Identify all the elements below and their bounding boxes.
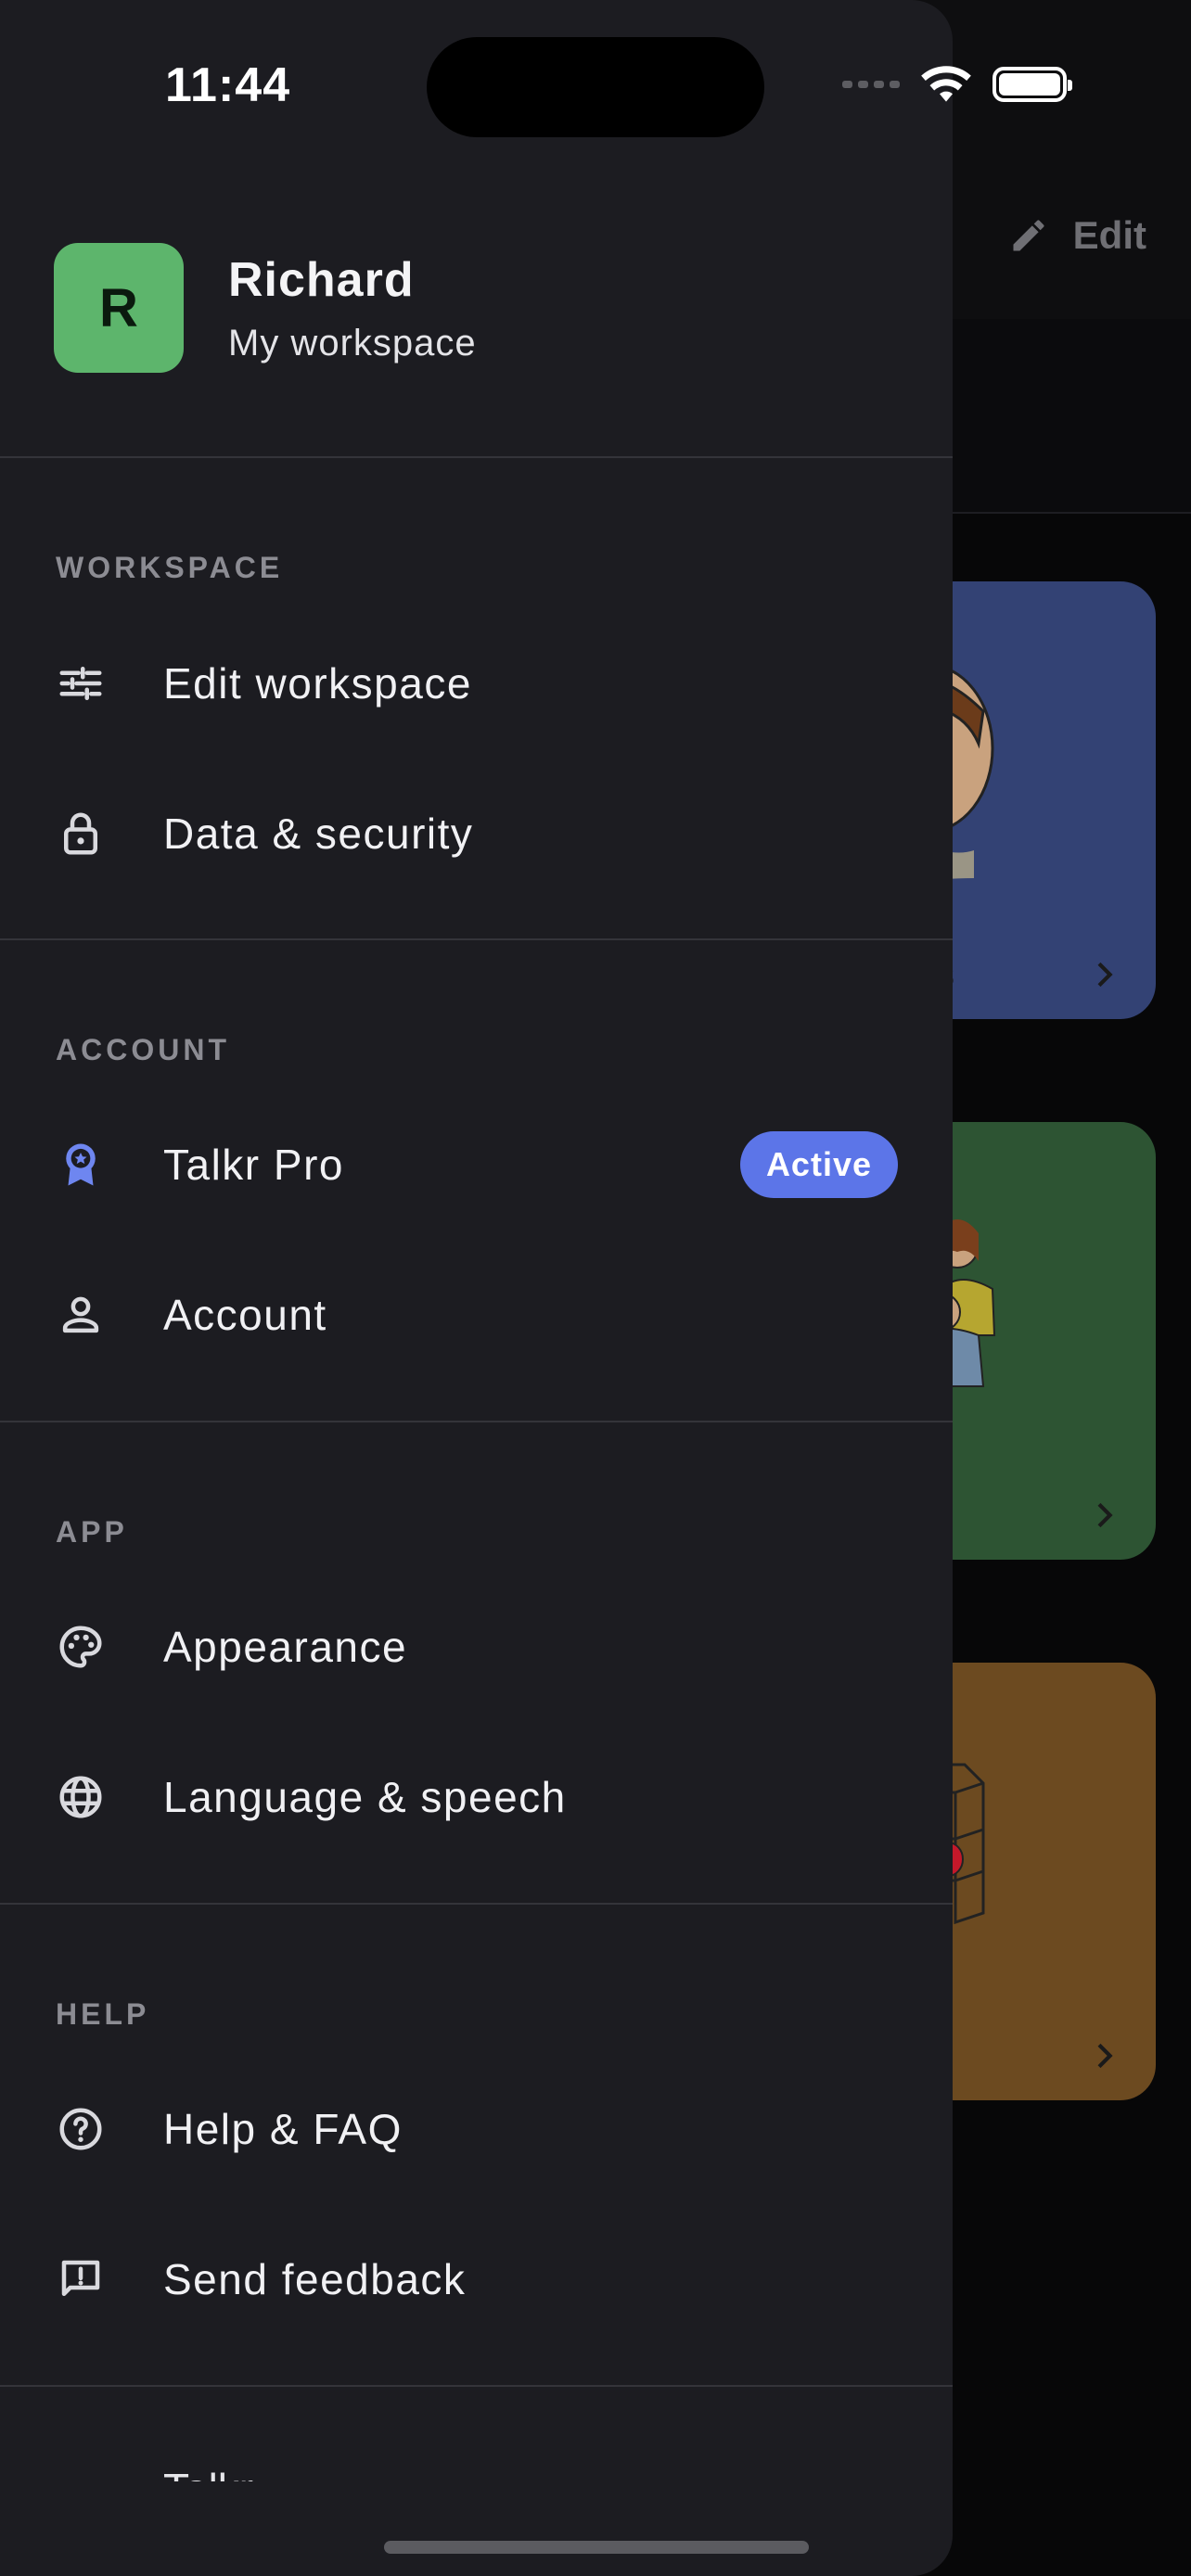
menu-item-data-security[interactable]: Data & security <box>0 764 953 903</box>
status-time: 11:44 <box>165 58 291 112</box>
menu-label: Appearance <box>163 1623 408 1671</box>
globe-icon <box>56 1772 106 1822</box>
award-icon <box>56 1140 106 1190</box>
dynamic-island <box>427 37 764 137</box>
palette-icon <box>56 1622 106 1672</box>
home-indicator[interactable] <box>384 2541 809 2554</box>
menu-label: Data & security <box>163 810 474 858</box>
battery-icon <box>992 67 1072 102</box>
menu-item-language-speech[interactable]: Language & speech <box>0 1728 953 1867</box>
footer-app-name: Talkr <box>163 2461 253 2481</box>
section-title-workspace: WORKSPACE <box>56 551 284 584</box>
menu-item-appearance[interactable]: Appearance <box>0 1577 953 1716</box>
lock-icon <box>56 809 106 859</box>
menu-item-talkr-pro[interactable]: Talkr Pro Active <box>0 1095 953 1234</box>
menu-item-send-feedback[interactable]: Send feedback <box>0 2210 953 2349</box>
profile-header[interactable]: R Richard My workspace <box>54 243 477 373</box>
divider <box>0 1903 953 1905</box>
pencil-icon <box>1013 220 1044 251</box>
sliders-icon <box>56 658 106 708</box>
menu-item-account[interactable]: Account <box>0 1245 953 1384</box>
chevron-right-icon <box>1097 2043 1113 2069</box>
feedback-icon <box>56 2254 106 2304</box>
section-title-help: HELP <box>56 1997 150 2031</box>
section-title-account: ACCOUNT <box>56 1033 230 1066</box>
wifi-icon <box>921 66 971 102</box>
avatar: R <box>54 243 184 373</box>
profile-workspace: My workspace <box>228 322 477 363</box>
edit-label: Edit <box>1072 213 1146 257</box>
menu-label: Account <box>163 1291 327 1339</box>
help-circle-icon <box>56 2104 106 2154</box>
divider <box>0 456 953 458</box>
divider <box>0 2385 953 2387</box>
menu-label: Help & FAQ <box>163 2105 403 2153</box>
divider <box>0 1421 953 1422</box>
chevron-right-icon <box>1097 962 1113 988</box>
edit-button[interactable]: Edit <box>1008 213 1146 258</box>
menu-label: Talkr Pro <box>163 1141 344 1189</box>
section-title-app: APP <box>56 1515 128 1549</box>
cellular-signal-icon <box>842 81 900 88</box>
divider <box>0 938 953 940</box>
status-indicators <box>842 65 1072 104</box>
menu-item-help-faq[interactable]: Help & FAQ <box>0 2060 953 2199</box>
menu-label: Edit workspace <box>163 659 472 708</box>
menu-label: Language & speech <box>163 1773 567 1821</box>
status-badge: Active <box>739 1131 898 1198</box>
profile-name: Richard <box>228 252 415 307</box>
person-icon <box>56 1290 106 1340</box>
navigation-drawer: 11:44 R Richard My workspace WORKSPACE E… <box>0 0 953 2576</box>
menu-item-edit-workspace[interactable]: Edit workspace <box>0 614 953 753</box>
chevron-right-icon <box>1097 1502 1113 1528</box>
menu-label: Send feedback <box>163 2255 467 2303</box>
